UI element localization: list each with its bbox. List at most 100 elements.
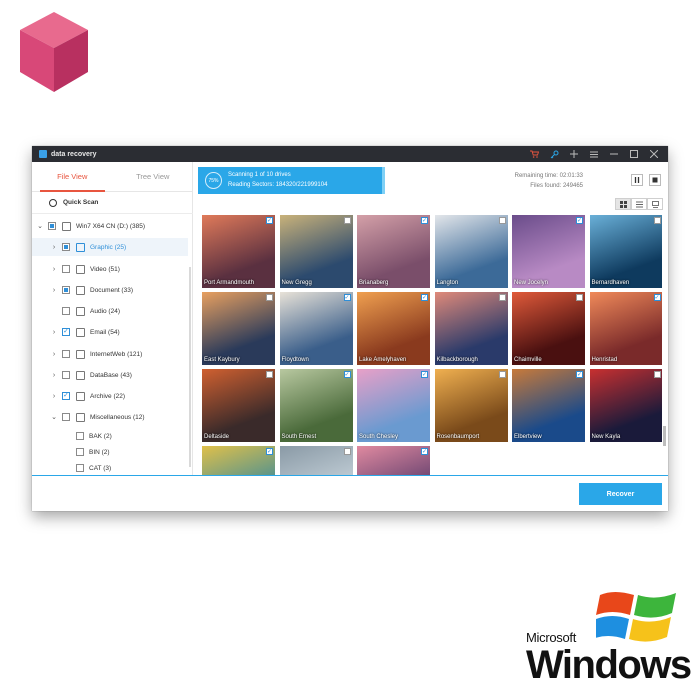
photo-thumbnail[interactable]: New Kayla [589,369,662,442]
chevron-right-icon[interactable]: › [50,393,58,400]
tree-checkbox[interactable] [62,265,70,273]
thumbnail-checkbox[interactable] [343,448,351,455]
tree-checkbox[interactable] [62,243,70,251]
tree-checkbox[interactable] [76,448,84,456]
thumbnail-checkbox[interactable] [653,371,661,378]
thumbnail-checkbox[interactable]: ✓ [343,294,351,301]
tree-item-label: InternetWeb (121) [90,350,143,358]
photo-thumbnail[interactable] [279,446,353,475]
file-type-icon [76,242,85,252]
thumbnail-checkbox[interactable] [498,371,506,378]
tree-checkbox[interactable] [62,286,70,294]
tab-tree-view[interactable]: Tree View [113,162,194,191]
key-icon[interactable] [544,146,564,162]
plus-icon[interactable] [564,146,584,162]
tree-checkbox[interactable] [76,432,84,440]
stop-button[interactable] [649,174,661,186]
tree-checkbox[interactable] [62,328,70,336]
chevron-down-icon[interactable]: ⌄ [50,413,58,421]
cart-icon[interactable] [524,146,544,162]
photo-thumbnail[interactable]: ✓ Lake Amelyhaven [357,292,430,365]
tree-item[interactable]: › Video (51) [50,260,120,278]
thumbnail-checkbox[interactable] [653,217,661,224]
grid-scrollbar[interactable] [663,426,666,446]
tree-checkbox[interactable] [62,350,70,358]
photo-thumbnail[interactable]: ✓ [202,446,275,475]
quick-scan-row[interactable]: Quick Scan [32,192,193,214]
tree-item[interactable]: ⌄ Miscellaneous (12) [50,408,145,426]
thumbnail-caption: Henristad [591,357,618,363]
thumbnail-checkbox[interactable] [498,217,506,224]
list-view-button[interactable] [631,198,647,210]
pause-button[interactable] [631,174,643,186]
tree-item[interactable]: › InternetWeb (121) [50,345,142,363]
thumbnail-checkbox[interactable]: ✓ [421,448,428,455]
chevron-right-icon[interactable]: › [50,372,58,379]
thumbnail-checkbox[interactable] [576,294,583,301]
minimize-icon[interactable] [604,146,624,162]
photo-thumbnail[interactable]: ✓ Floydtown [279,292,353,365]
thumbnail-checkbox[interactable]: ✓ [576,371,583,378]
tree-item[interactable]: › Graphic (25) [32,238,188,256]
photo-thumbnail[interactable]: ✓ Henristad [589,292,662,365]
thumbnail-checkbox[interactable] [266,371,273,378]
menu-icon[interactable] [584,146,604,162]
file-type-icon [76,412,85,422]
photo-thumbnail[interactable]: Rosenbaumport [434,369,508,442]
tab-file-view[interactable]: File View [32,162,113,192]
photo-thumbnail[interactable]: New Gregg [279,215,353,288]
photo-thumbnail[interactable]: Deltaside [202,369,275,442]
tree-checkbox[interactable] [62,392,70,400]
chevron-down-icon[interactable]: ⌄ [36,222,44,230]
grid-view-button[interactable] [615,198,631,210]
tree-item[interactable]: Audio (24) [50,302,120,320]
tree-checkbox[interactable] [62,307,70,315]
preview-view-button[interactable] [647,198,663,210]
photo-thumbnail[interactable]: ✓ South Chesley [357,369,430,442]
tree-checkbox[interactable] [48,222,56,230]
tree-item[interactable]: › Email (54) [50,323,120,341]
thumbnail-checkbox[interactable]: ✓ [421,294,428,301]
photo-thumbnail[interactable]: East Kaybury [202,292,275,365]
photo-thumbnail[interactable]: Bernardhaven [589,215,662,288]
tree-checkbox[interactable] [62,413,70,421]
photo-thumbnail[interactable]: ✓ South Ernest [279,369,353,442]
photo-thumbnail[interactable]: ✓ New Jocelyn [512,215,585,288]
file-type-icon [76,264,85,274]
photo-thumbnail[interactable]: Langton [434,215,508,288]
photo-thumbnail[interactable]: Chaimville [512,292,585,365]
thumbnail-checkbox[interactable]: ✓ [421,371,428,378]
chevron-right-icon[interactable]: › [50,287,58,294]
tree-item[interactable]: › DataBase (43) [50,366,132,384]
chevron-right-icon[interactable]: › [50,244,58,251]
chevron-right-icon[interactable]: › [50,329,58,336]
thumbnail-checkbox[interactable]: ✓ [421,217,428,224]
tree-item[interactable]: › Document (33) [50,281,133,299]
thumbnail-checkbox[interactable] [266,294,273,301]
tree-item-label: CAT (3) [89,464,112,472]
photo-thumbnail[interactable]: ✓ Brianaberg [357,215,430,288]
left-scrollbar[interactable] [189,267,191,467]
tree-checkbox[interactable] [76,464,84,472]
photo-thumbnail[interactable]: ✓ Port Armandmouth [202,215,275,288]
chevron-right-icon[interactable]: › [50,351,58,358]
maximize-icon[interactable] [624,146,644,162]
photo-thumbnail[interactable]: Kilbackborough [434,292,508,365]
thumbnail-checkbox[interactable]: ✓ [343,371,351,378]
close-icon[interactable] [644,146,664,162]
photo-thumbnail[interactable]: ✓ [357,446,430,475]
tree-item[interactable]: ⌄ Win7 X64 CN (D:) (385) [36,217,145,235]
thumbnail-checkbox[interactable]: ✓ [653,294,661,301]
thumbnail-checkbox[interactable] [343,217,351,224]
thumbnail-checkbox[interactable]: ✓ [266,217,273,224]
photo-thumbnail[interactable]: ✓ Elbertview [512,369,585,442]
tree-checkbox[interactable] [62,371,70,379]
files-found: Files found: 249465 [530,183,583,189]
reading-sectors-line: Reading Sectors: 184320/221999104 [228,182,328,188]
thumbnail-checkbox[interactable] [498,294,506,301]
chevron-right-icon[interactable]: › [50,266,58,273]
thumbnail-checkbox[interactable]: ✓ [576,217,583,224]
tree-item[interactable]: › Archive (22) [50,387,125,405]
thumbnail-checkbox[interactable]: ✓ [266,448,273,455]
recover-button[interactable]: Recover [579,483,662,505]
